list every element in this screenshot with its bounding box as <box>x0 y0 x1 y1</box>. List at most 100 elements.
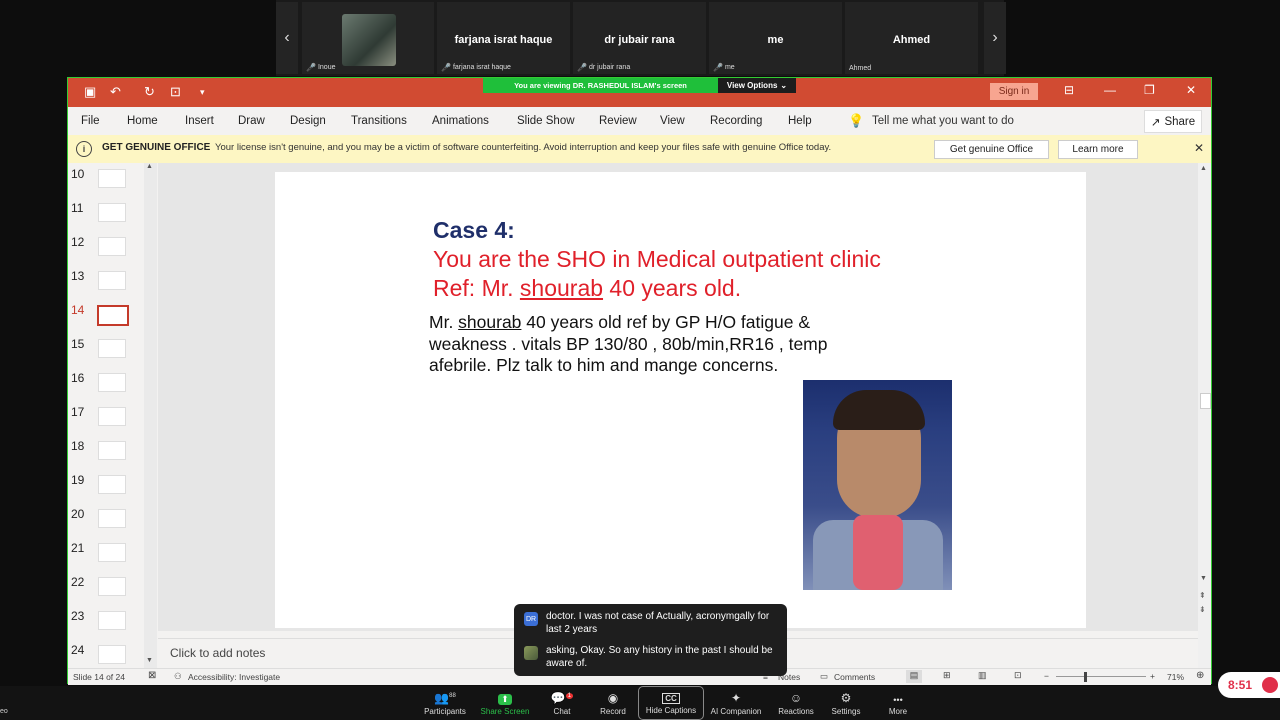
chevron-left-icon: ‹ <box>284 29 290 46</box>
caption-avatar: DR <box>524 612 538 626</box>
zoom-level[interactable]: 71% <box>1167 672 1184 682</box>
next-slide-icon[interactable]: ⇟ <box>1199 605 1206 614</box>
slide-line2: Ref: Mr. shourab 40 years old. <box>433 275 742 301</box>
dismiss-message-button[interactable]: ✕ <box>1194 141 1204 155</box>
participant-tile[interactable]: farjana israt haque 🎤 farjana israt haque <box>437 2 570 74</box>
next-participants-button[interactable]: › <box>984 2 1006 74</box>
present-icon[interactable]: ⊡ <box>170 84 181 100</box>
slide-thumbnail[interactable] <box>98 271 126 290</box>
message-title: GET GENUINE OFFICE <box>102 142 211 153</box>
view-options-button[interactable]: View Options ⌄ <box>718 78 796 93</box>
reading-view-icon[interactable]: ▥ <box>978 670 987 681</box>
tab-insert[interactable]: Insert <box>185 115 214 127</box>
hide-captions-button[interactable]: CC Hide Captions <box>638 686 704 720</box>
captions-overlay: DR doctor. I was not case of Actually, a… <box>514 604 787 676</box>
tell-me-search[interactable]: Tell me what you want to do <box>872 115 1014 127</box>
slide-thumbnail[interactable] <box>98 645 126 664</box>
learn-more-button[interactable]: Learn more <box>1058 140 1138 159</box>
get-genuine-office-button[interactable]: Get genuine Office <box>934 140 1049 159</box>
participant-tile[interactable]: dr jubair rana 🎤 dr jubair rana <box>573 2 706 74</box>
tab-slide-show[interactable]: Slide Show <box>517 115 575 127</box>
ai-companion-button[interactable]: ✦ AI Companion <box>708 686 764 720</box>
normal-view-icon[interactable]: ▤ <box>906 670 922 683</box>
scroll-up-icon[interactable]: ▲ <box>146 163 153 170</box>
slide-thumbnail[interactable] <box>98 509 126 528</box>
slide-thumbnail[interactable] <box>98 611 126 630</box>
patient-photo <box>803 380 952 590</box>
minimize-button[interactable]: — <box>1104 83 1116 97</box>
slide-thumbnail[interactable] <box>98 577 126 596</box>
ribbon-display-icon[interactable]: ⊟ <box>1064 83 1074 97</box>
tab-transitions[interactable]: Transitions <box>351 115 407 127</box>
undo-icon[interactable]: ↶ <box>110 84 121 100</box>
reactions-button[interactable]: ☺ Reactions <box>774 686 818 720</box>
share-button[interactable]: ↗ Share <box>1144 110 1202 133</box>
save-icon[interactable]: ▣ <box>84 84 96 100</box>
slide-thumbnail[interactable] <box>98 407 126 426</box>
slide-thumbnail[interactable] <box>98 543 126 562</box>
tab-recording[interactable]: Recording <box>710 115 762 127</box>
fit-to-window-icon[interactable]: ⊕ <box>1196 670 1204 681</box>
zoom-out-icon[interactable]: − <box>1044 671 1049 681</box>
restore-button[interactable]: ❐ <box>1144 83 1155 97</box>
tab-draw[interactable]: Draw <box>238 115 265 127</box>
slide-sorter-icon[interactable]: ⊞ <box>943 670 951 681</box>
thumbnail-scrollbar[interactable]: ▲ ▼ <box>144 163 157 668</box>
customize-icon[interactable]: ▾ <box>200 87 205 98</box>
share-icon: ↗ <box>1150 116 1161 129</box>
tab-file[interactable]: File <box>81 115 100 127</box>
mic-muted-icon: 🎤 <box>441 63 451 72</box>
photo-hair <box>833 390 925 430</box>
slide-thumbnail[interactable] <box>98 475 126 494</box>
prev-participants-button[interactable]: ‹ <box>276 2 298 74</box>
slide[interactable]: Case 4: You are the SHO in Medical outpa… <box>275 172 1086 628</box>
participant-tag: 🎤 Inoue <box>306 63 336 72</box>
viewing-banner: You are viewing DR. RASHEDUL ISLAM's scr… <box>483 78 718 93</box>
scroll-down-icon[interactable]: ▼ <box>1200 575 1207 582</box>
slide-thumbnail[interactable] <box>98 441 126 460</box>
tab-home[interactable]: Home <box>127 115 158 127</box>
slide-number: 18 <box>71 439 85 453</box>
participant-tile[interactable]: Ahmed Ahmed <box>845 2 978 74</box>
mic-muted-icon: 🎤 <box>306 63 316 72</box>
slide-thumbnail[interactable] <box>97 305 129 326</box>
tab-animations[interactable]: Animations <box>432 115 489 127</box>
powerpoint-window: ▣ ↶ ↻ ⊡ ▾ Sign in ⊟ — ❐ ✕ You are viewin… <box>67 77 1212 685</box>
comments-toggle[interactable]: Comments <box>834 672 875 682</box>
slide-scrollbar[interactable]: ▲ ▼ ⇞ ⇟ <box>1198 163 1211 668</box>
accessibility-status[interactable]: Accessibility: Investigate <box>188 672 280 682</box>
tab-review[interactable]: Review <box>599 115 637 127</box>
caption-text: doctor. I was not case of Actually, acro… <box>546 611 770 635</box>
redo-icon[interactable]: ↻ <box>144 84 155 100</box>
participant-tile[interactable]: 🎤 Inoue <box>302 2 434 74</box>
scroll-up-icon[interactable]: ▲ <box>1200 165 1207 172</box>
participant-name: farjana israt haque <box>454 34 553 46</box>
zoom-in-icon[interactable]: + <box>1150 671 1155 681</box>
zoom-slider[interactable] <box>1056 676 1146 677</box>
scroll-down-icon[interactable]: ▼ <box>146 657 153 664</box>
settings-button[interactable]: ⚙ Settings <box>826 686 866 720</box>
spelling-icon[interactable]: ⊠ <box>148 670 156 681</box>
tab-view[interactable]: View <box>660 115 685 127</box>
slide-thumbnail[interactable] <box>98 237 126 256</box>
slideshow-view-icon[interactable]: ⊡ <box>1014 670 1022 681</box>
tab-help[interactable]: Help <box>788 115 812 127</box>
participants-button[interactable]: 👥88 Participants <box>420 686 470 720</box>
participant-tile[interactable]: me 🎤 me <box>709 2 842 74</box>
share-screen-button[interactable]: ⬆ Share Screen <box>478 686 532 720</box>
slide-thumbnail[interactable] <box>98 169 126 188</box>
chat-button[interactable]: 💬 1 Chat <box>544 686 580 720</box>
participant-tag: 🎤 me <box>713 63 735 72</box>
slide-thumbnail[interactable] <box>98 373 126 392</box>
zoom-slider-thumb[interactable] <box>1084 672 1087 682</box>
gear-icon: ⚙ <box>840 691 852 705</box>
previous-slide-icon[interactable]: ⇞ <box>1199 591 1206 600</box>
more-button[interactable]: ••• More <box>880 686 916 720</box>
close-button[interactable]: ✕ <box>1186 83 1196 97</box>
slide-thumbnail[interactable] <box>98 203 126 222</box>
slide-thumbnail[interactable] <box>98 339 126 358</box>
scroll-thumb[interactable] <box>1200 393 1211 409</box>
record-button[interactable]: ◉ Record <box>596 686 630 720</box>
sign-in-button[interactable]: Sign in <box>990 83 1038 100</box>
tab-design[interactable]: Design <box>290 115 326 127</box>
